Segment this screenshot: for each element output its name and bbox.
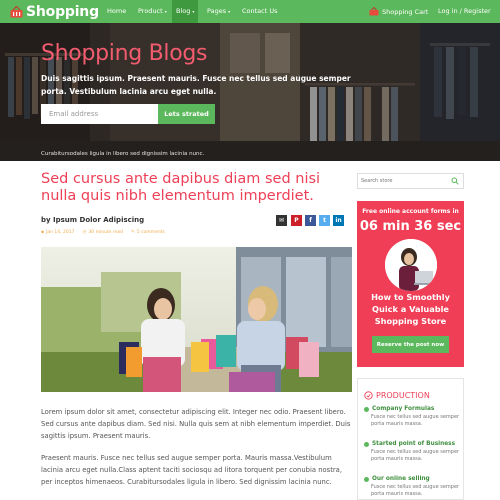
category-item-title: Company Formulas	[372, 406, 435, 412]
play-arrow-icon	[364, 476, 369, 482]
hero-note: Curabitursodales ligula in libero sed di…	[41, 151, 205, 157]
twitter-icon: t	[323, 217, 326, 224]
post-paragraph-1: Lorem ipsum dolor sit amet, consectetur …	[41, 408, 351, 440]
clock-icon: ◷	[82, 230, 87, 235]
chevron-down-icon: ▾	[164, 9, 167, 14]
post-date-text: Jan 14, 2017	[46, 230, 75, 235]
facebook-share-button[interactable]: f	[305, 215, 316, 226]
post-read-time: ◷ 30 minute read	[82, 230, 123, 235]
post-date: ▪ Jan 14, 2017	[41, 230, 74, 235]
nav-product[interactable]: Product ▾	[138, 0, 167, 23]
shopping-friends-photo	[41, 247, 352, 392]
nav-blog[interactable]: Blog ▾	[172, 0, 199, 23]
post-comments-text: 5 comments	[136, 230, 165, 235]
post-comments[interactable]: ✎ 5 comments	[131, 230, 165, 235]
category-item-desc: Fusce nec tellus sed augue semper porta …	[371, 414, 460, 427]
comment-icon: ✎	[131, 230, 135, 235]
bookmark-icon	[364, 391, 373, 400]
pinterest-share-button[interactable]: P	[291, 215, 302, 226]
category-item-title: Started point of Business	[372, 441, 456, 447]
linkedin-share-button[interactable]: in	[333, 215, 344, 226]
nav-home-label: Home	[107, 7, 127, 15]
top-navbar: Shopping Home Product ▾ Blog ▾ Pages ▾ C…	[0, 0, 500, 23]
brand-name: Shopping	[26, 3, 99, 20]
post-read-time-text: 30 minute read	[88, 230, 123, 235]
category-title-text: PRODUCTION	[376, 391, 430, 400]
linkedin-icon: in	[335, 217, 342, 224]
hero-title: Shopping Blogs	[41, 41, 208, 66]
nav-home[interactable]: Home	[107, 0, 126, 23]
promo-countdown: 06 min 36 sec	[359, 219, 462, 234]
pinterest-icon: P	[294, 217, 299, 224]
nav-blog-label: Blog	[176, 7, 191, 15]
category-item-head: Company Formulas	[364, 406, 460, 412]
play-arrow-icon	[364, 406, 369, 412]
category-title: PRODUCTION	[364, 391, 430, 400]
chevron-down-icon: ▾	[228, 9, 231, 14]
category-item-desc: Fusce nec tellus sed augue semper porta …	[371, 449, 460, 462]
promo-heading: How to Smoothly Quick a Valuable Shoppin…	[371, 292, 450, 326]
brand-logo[interactable]: Shopping	[10, 1, 99, 22]
search-icon[interactable]	[451, 177, 459, 185]
facebook-icon: f	[309, 217, 312, 224]
shopping-cart-label: Shopping Cart	[382, 7, 429, 16]
category-item[interactable]: Our online selling Fusce nec tellus sed …	[364, 476, 460, 498]
nav-contact-label: Contact Us	[242, 7, 278, 15]
cart-icon	[369, 7, 379, 16]
login-register-link[interactable]: Log in / Register	[438, 0, 491, 23]
woman-laptop-photo	[385, 239, 437, 291]
post-author[interactable]: by Ipsum Dolor Adipiscing	[41, 216, 144, 224]
twitter-share-button[interactable]: t	[319, 215, 330, 226]
category-item-title: Our online selling	[372, 476, 430, 482]
promo-avatar	[385, 239, 437, 291]
hero-banner: Shopping Blogs Duis sagittis ipsum. Prae…	[0, 23, 500, 161]
email-icon: ✉	[278, 217, 285, 224]
production-category-box: PRODUCTION Company Formulas Fusce nec te…	[357, 378, 464, 500]
email-field[interactable]	[41, 104, 158, 124]
nav-product-label: Product	[138, 7, 163, 15]
category-item-head: Our online selling	[364, 476, 460, 482]
category-item[interactable]: Started point of Business Fusce nec tell…	[364, 441, 460, 463]
category-item-head: Started point of Business	[364, 441, 460, 447]
chevron-down-icon: ▾	[192, 9, 195, 14]
nav-pages-label: Pages	[207, 7, 227, 15]
promo-top-text: Free online account forms in	[362, 208, 459, 215]
email-share-button[interactable]: ✉	[276, 215, 287, 226]
post-meta: ▪ Jan 14, 2017 ◷ 30 minute read ✎ 5 comment…	[41, 230, 165, 235]
post-paragraph-2: Praesent mauris. Fusce nec tellus sed au…	[41, 454, 342, 486]
reserve-post-button[interactable]: Reserve the post now	[372, 336, 449, 353]
category-item-desc: Fusce nec tellus sed augue semper porta …	[371, 484, 460, 497]
search-input[interactable]	[361, 176, 446, 186]
nav-contact[interactable]: Contact Us	[242, 0, 278, 23]
promo-card: Free online account forms in 06 min 36 s…	[357, 201, 464, 367]
play-arrow-icon	[364, 441, 369, 447]
nav-pages[interactable]: Pages ▾	[207, 0, 230, 23]
category-item[interactable]: Company Formulas Fusce nec tellus sed au…	[364, 406, 460, 428]
basket-icon	[10, 5, 23, 17]
post-image	[41, 247, 352, 392]
calendar-icon: ▪	[41, 230, 45, 235]
search-box	[357, 173, 464, 189]
subscribe-button[interactable]: Lets strated	[158, 104, 215, 124]
post-title[interactable]: Sed cursus ante dapibus diam sed nisi nu…	[41, 171, 356, 205]
shopping-cart-link[interactable]: Shopping Cart	[369, 0, 428, 23]
hero-subtitle: Duis sagittis ipsum. Praesent mauris. Fu…	[41, 74, 351, 96]
